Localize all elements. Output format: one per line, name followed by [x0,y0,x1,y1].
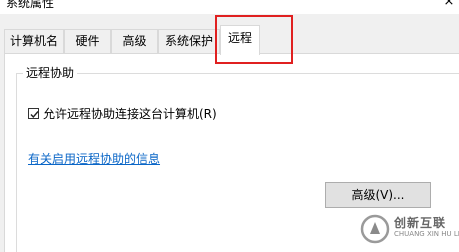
allow-remote-assistance-option[interactable]: 允许远程协助连接这台计算机(R) [28,105,217,121]
watermark-name-en: CHUANG XIN HU LIAN [394,230,459,238]
allow-remote-assistance-checkbox[interactable] [28,107,39,119]
window-title: 系统属性 [6,0,55,10]
watermark-name-cn: 创新互联 [394,216,447,230]
watermark-logo: 创新互联 CHUANG XIN HU LIAN [360,213,459,245]
allow-remote-assistance-label[interactable]: 允许远程协助连接这台计算机(R) [43,105,217,122]
tab-hardware[interactable]: 硬件 [64,29,111,53]
advanced-button[interactable]: 高级(V)... [325,182,431,208]
title-bar: 系统属性 × [0,0,459,14]
tab-computer-name[interactable]: 计算机名 [4,29,64,53]
remote-assistance-group-title: 远程协助 [23,66,78,80]
tab-advanced[interactable]: 高级 [111,29,158,53]
tab-system-protection[interactable]: 系统保护 [158,29,220,53]
checkmark-icon [30,110,39,118]
close-icon[interactable]: × [440,0,458,9]
highlight-annotation-box [215,15,293,64]
remote-assistance-help-link[interactable]: 有关启用远程协助的信息 [28,150,160,167]
watermark-logo-icon [360,214,390,244]
